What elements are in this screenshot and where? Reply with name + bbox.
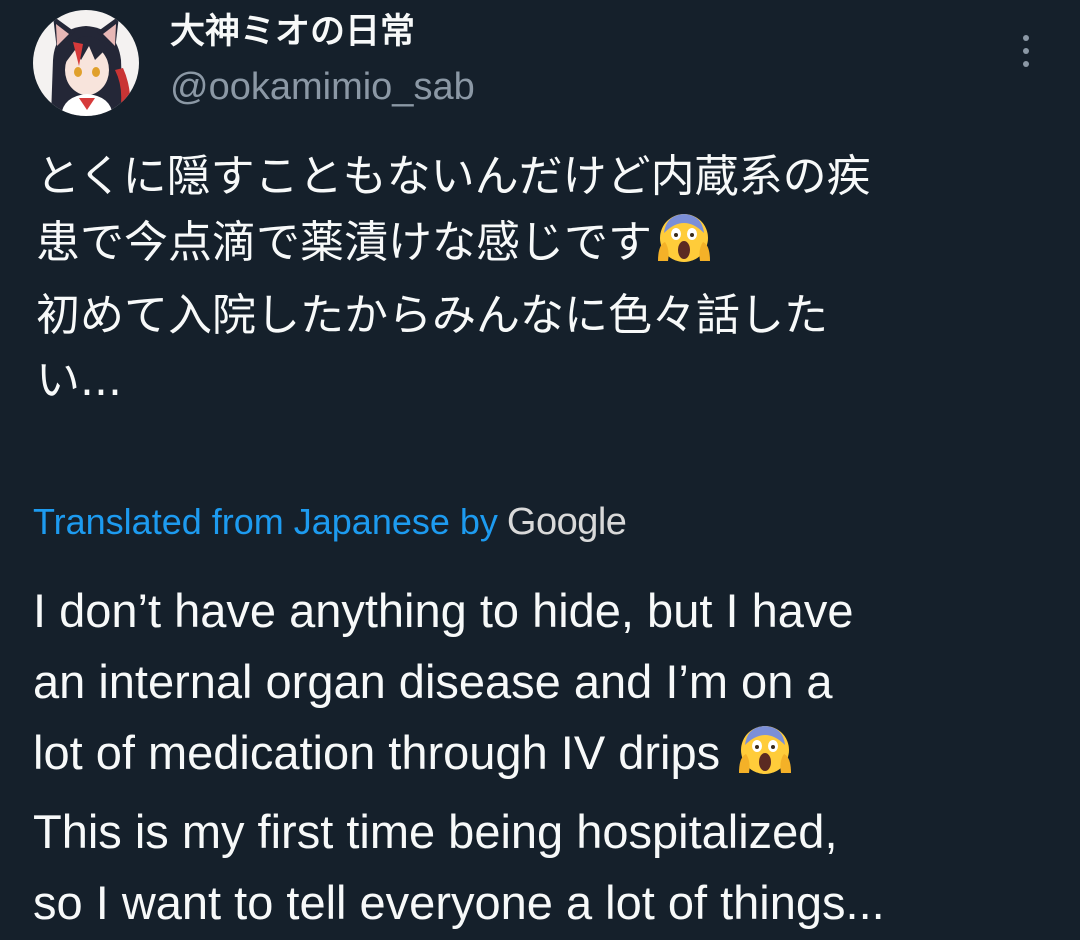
translated-line: an internal organ disease and I’m on a	[33, 655, 833, 708]
author-handle[interactable]: @ookamimio_sab	[170, 62, 475, 112]
tweet-translated-text: I don’t have anything to hide, but I hav…	[33, 575, 1063, 938]
original-line-with-emoji: 患で今点滴で薬漬けな感じです	[36, 209, 1046, 283]
more-vertical-icon	[1023, 35, 1029, 41]
more-options-button[interactable]	[1004, 26, 1048, 76]
original-line: とくに隠すこともないんだけど内蔵系の疾	[36, 151, 871, 202]
original-line: 初めて入院したからみんなに色々話した	[36, 290, 828, 341]
translated-from-link[interactable]: Translated from Japanese by	[33, 501, 498, 543]
translated-line: I don’t have anything to hide, but I hav…	[33, 584, 854, 637]
google-logo: Google	[506, 500, 627, 543]
original-line: 患で今点滴で薬漬けな感じです	[36, 217, 652, 268]
translated-line: lot of medication through IV drips	[33, 726, 721, 779]
more-vertical-icon-dot	[1023, 61, 1029, 67]
tweet-card: 大神ミオの日常 @ookamimio_sab とくに隠すこともないんだけど内蔵系…	[0, 0, 1080, 940]
avatar[interactable]	[33, 10, 139, 116]
translation-attribution: Translated from Japanese by Google	[33, 496, 627, 548]
screaming-face-emoji	[737, 721, 793, 796]
screaming-face-emoji	[656, 209, 712, 283]
more-vertical-icon-dot	[1023, 48, 1029, 54]
tweet-original-text: とくに隠すこともないんだけど内蔵系の疾 患で今点滴で薬漬けな感じです 初めて入院…	[36, 144, 1046, 413]
translated-line: This is my first time being hospitalized…	[33, 805, 838, 858]
author-display-name[interactable]: 大神ミオの日常	[170, 8, 415, 56]
translated-line-with-emoji: lot of medication through IV drips	[33, 717, 1063, 796]
translated-line: so I want to tell everyone a lot of thin…	[33, 876, 885, 929]
original-line: い...	[36, 355, 122, 406]
